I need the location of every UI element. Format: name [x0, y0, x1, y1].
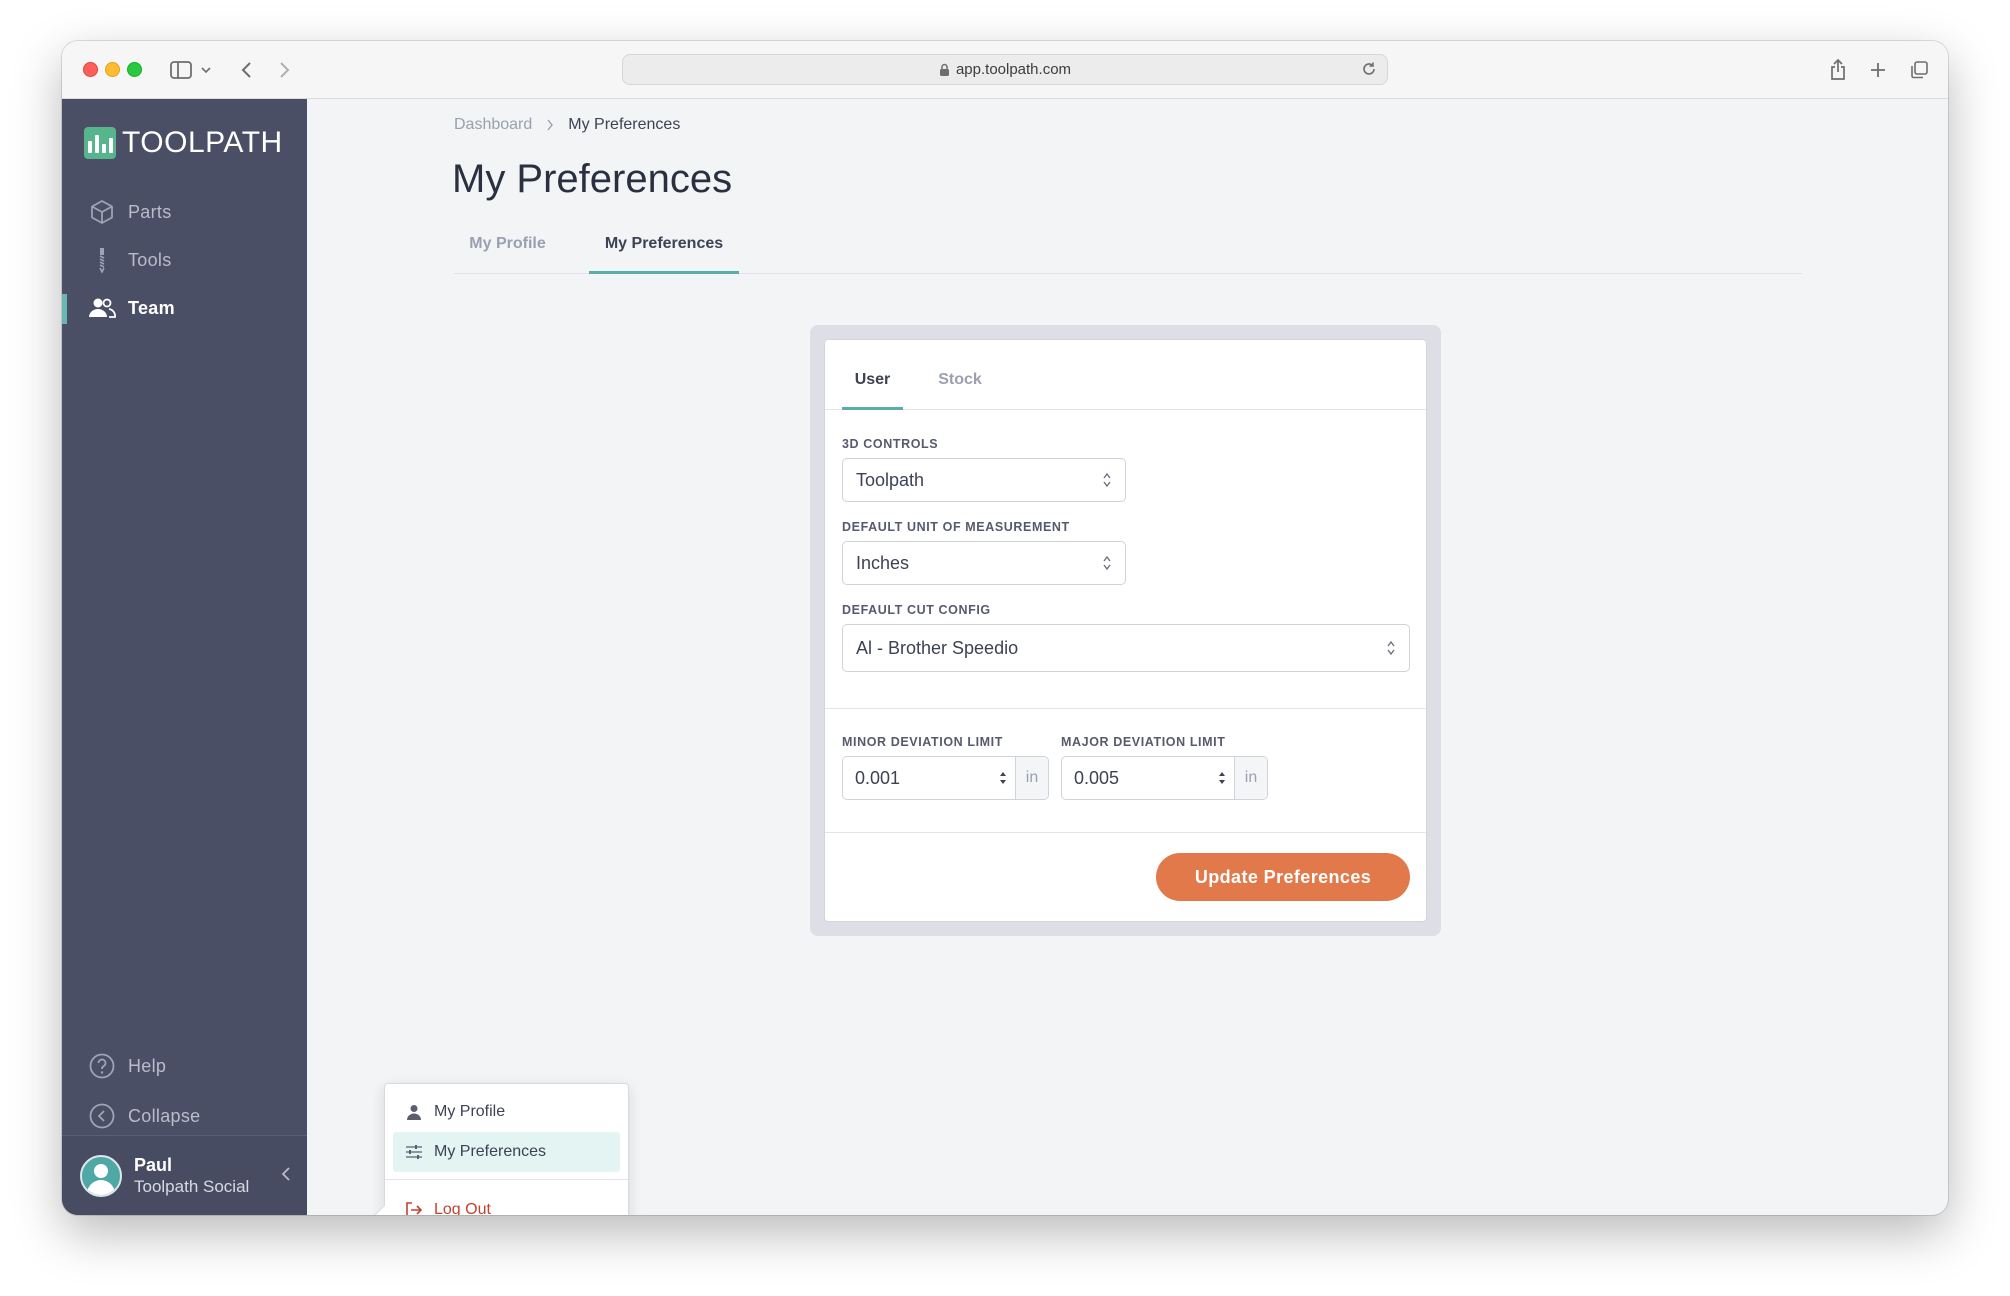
breadcrumb-dashboard-link[interactable]: Dashboard: [454, 116, 532, 134]
user-menu-popover: My Profile My Preferences Log Out: [374, 1083, 629, 1215]
sidebar-item-parts[interactable]: Parts: [62, 192, 307, 232]
logo-text: TOOLPATH: [122, 126, 283, 159]
sidebar-item-label: Help: [128, 1055, 167, 1076]
cut-config-select[interactable]: Al - Brother Speedio: [842, 624, 1410, 672]
tab-my-preferences[interactable]: My Preferences: [589, 231, 739, 274]
sidebar-item-collapse[interactable]: Collapse: [62, 1096, 307, 1136]
share-icon[interactable]: [1824, 57, 1852, 83]
minimize-window-button[interactable]: [105, 62, 120, 77]
close-window-button[interactable]: [83, 62, 98, 77]
lock-icon: [939, 63, 950, 77]
breadcrumb-current: My Preferences: [568, 116, 681, 133]
chevron-left-icon: [281, 1166, 291, 1187]
back-icon[interactable]: [234, 57, 258, 83]
team-icon: [88, 294, 116, 322]
select-arrows-icon: [1102, 471, 1112, 494]
section-divider: [825, 832, 1426, 833]
update-preferences-button[interactable]: Update Preferences: [1156, 853, 1410, 901]
major-deviation-label: Major Deviation Limit: [1061, 735, 1226, 749]
menu-item-my-profile[interactable]: My Profile: [393, 1092, 620, 1132]
cube-icon: [88, 198, 116, 226]
minor-deviation-unit: in: [1015, 757, 1048, 799]
stepper-icon[interactable]: [1218, 769, 1226, 792]
browser-toolbar: app.toolpath.com: [62, 41, 1948, 99]
minor-deviation-input[interactable]: 0.001 in: [842, 756, 1049, 800]
drill-bit-icon: [88, 246, 116, 274]
minor-deviation-value: 0.001: [855, 767, 901, 788]
user-menu-trigger[interactable]: Paul Toolpath Social: [62, 1135, 307, 1215]
address-bar[interactable]: app.toolpath.com: [622, 54, 1388, 85]
tab-user[interactable]: User: [842, 371, 903, 410]
sidebar-item-label: Collapse: [128, 1105, 201, 1126]
main-content: Dashboard My Preferences My Preferences …: [307, 99, 1948, 1215]
page-title: My Preferences: [452, 157, 733, 201]
sidebar-toggle-icon[interactable]: [166, 57, 196, 83]
sidebar-item-team[interactable]: Team: [62, 288, 307, 328]
sidebar-item-tools[interactable]: Tools: [62, 240, 307, 280]
controls-label: 3D Controls: [842, 437, 939, 451]
logout-icon: [404, 1201, 424, 1215]
unit-value: Inches: [856, 552, 910, 573]
unit-label: Default Unit of Measurement: [842, 520, 1070, 534]
sidebar-item-label: Tools: [128, 249, 172, 270]
page-tabs: My Profile My Preferences: [454, 231, 1802, 274]
major-deviation-unit: in: [1234, 757, 1267, 799]
stepper-icon[interactable]: [999, 769, 1007, 792]
new-tab-icon[interactable]: [1864, 57, 1892, 83]
section-divider: [825, 708, 1426, 709]
major-deviation-value: 0.005: [1074, 767, 1120, 788]
unit-select[interactable]: Inches: [842, 541, 1126, 585]
sidebar-item-label: Team: [128, 297, 175, 318]
reload-icon[interactable]: [1361, 61, 1377, 81]
toolpath-logo[interactable]: TOOLPATH: [84, 126, 283, 160]
forward-icon[interactable]: [273, 57, 297, 83]
menu-item-label: Log Out: [434, 1201, 491, 1215]
menu-item-label: My Preferences: [434, 1143, 547, 1160]
help-circle-icon: [88, 1052, 116, 1080]
browser-window: app.toolpath.com TOOLPATH Parts Tools Te…: [62, 41, 1948, 1215]
person-icon: [404, 1104, 424, 1120]
card-tabs: User Stock: [825, 340, 1426, 410]
user-name: Paul: [134, 1154, 173, 1175]
preferences-card-frame: User Stock 3D Controls Toolpath Default …: [810, 325, 1441, 936]
minor-deviation-label: Minor Deviation Limit: [842, 735, 1003, 749]
menu-divider: [385, 1179, 628, 1180]
controls-value: Toolpath: [856, 469, 925, 490]
collapse-circle-icon: [88, 1102, 116, 1130]
chevron-down-icon[interactable]: [198, 57, 214, 83]
tab-my-profile[interactable]: My Profile: [454, 231, 561, 274]
tab-stock[interactable]: Stock: [928, 371, 992, 410]
sliders-icon: [404, 1144, 424, 1160]
major-deviation-input[interactable]: 0.005 in: [1061, 756, 1268, 800]
user-org: Toolpath Social: [134, 1176, 250, 1196]
preferences-card: User Stock 3D Controls Toolpath Default …: [824, 339, 1427, 922]
zoom-window-button[interactable]: [127, 62, 142, 77]
breadcrumb: Dashboard My Preferences: [454, 116, 680, 134]
menu-item-my-preferences[interactable]: My Preferences: [393, 1132, 620, 1172]
sidebar: TOOLPATH Parts Tools Team Help Collapse …: [62, 99, 307, 1215]
select-arrows-icon: [1102, 554, 1112, 577]
sidebar-item-label: Parts: [128, 201, 172, 222]
tab-overview-icon[interactable]: [1905, 57, 1933, 83]
sidebar-item-help[interactable]: Help: [62, 1046, 307, 1086]
menu-item-log-out[interactable]: Log Out: [393, 1190, 620, 1215]
url-text: app.toolpath.com: [955, 61, 1072, 78]
chevron-right-icon: [546, 119, 554, 131]
cut-config-label: Default Cut Config: [842, 603, 991, 617]
avatar: [80, 1154, 122, 1197]
cut-config-value: Al - Brother Speedio: [856, 637, 1019, 658]
select-arrows-icon: [1386, 639, 1396, 662]
menu-item-label: My Profile: [434, 1103, 506, 1120]
controls-select[interactable]: Toolpath: [842, 458, 1126, 502]
toolpath-logo-icon: [84, 127, 116, 159]
